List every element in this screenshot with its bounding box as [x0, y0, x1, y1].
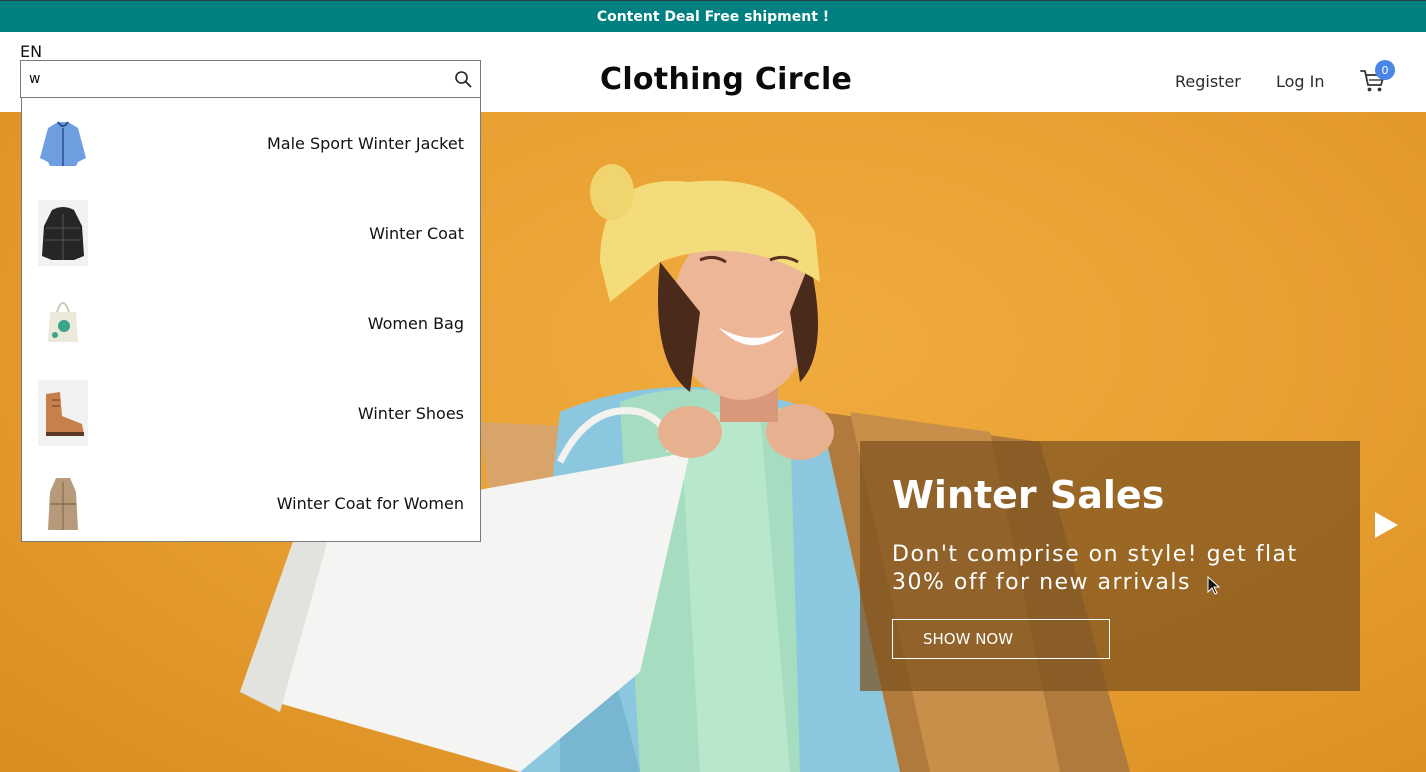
search-icon[interactable] [454, 70, 472, 88]
site-logo[interactable]: Clothing Circle [600, 62, 852, 97]
search-result-item[interactable]: Winter Coat [22, 188, 480, 278]
search-result-name: Women Bag [367, 313, 464, 333]
next-slide-arrow-icon[interactable] [1373, 511, 1399, 539]
promo-text: Don't comprise on style! get flat 30% of… [892, 542, 1298, 595]
announcement-bar: Content Deal Free shipment ! [0, 0, 1426, 32]
brown-boot-thumbnail [38, 380, 88, 446]
register-link[interactable]: Register [1175, 72, 1241, 91]
language-selector[interactable]: EN [20, 42, 42, 61]
search-result-name: Male Sport Winter Jacket [267, 133, 464, 153]
promo-title: Winter Sales [892, 473, 1165, 517]
trench-coat-thumbnail [38, 470, 88, 536]
search-result-item[interactable]: Male Sport Winter Jacket [22, 98, 480, 188]
search-result-item[interactable]: Winter Coat for Women [22, 458, 480, 548]
search-result-item[interactable]: Winter Shoes [22, 368, 480, 458]
search-box [20, 60, 481, 98]
announcement-text: Content Deal Free shipment ! [596, 8, 830, 25]
search-result-name: Winter Coat for Women [276, 493, 464, 513]
promo-panel: Winter Sales Don't comprise on style! ge… [860, 441, 1360, 691]
blue-jacket-thumbnail [38, 110, 88, 176]
mouse-cursor-icon [1207, 576, 1221, 595]
search-result-name: Winter Coat [369, 223, 464, 243]
cart-count-badge: 0 [1375, 60, 1395, 80]
show-now-button[interactable]: SHOW NOW [892, 619, 1110, 659]
login-link[interactable]: Log In [1276, 72, 1325, 91]
search-results-dropdown: Male Sport Winter Jacket Winter Coat Wom… [21, 98, 481, 542]
search-result-name: Winter Shoes [357, 403, 464, 423]
search-input[interactable] [29, 61, 449, 97]
search-result-item[interactable]: Women Bag [22, 278, 480, 368]
tote-bag-thumbnail [38, 290, 88, 356]
black-puffer-coat-thumbnail [38, 200, 88, 266]
